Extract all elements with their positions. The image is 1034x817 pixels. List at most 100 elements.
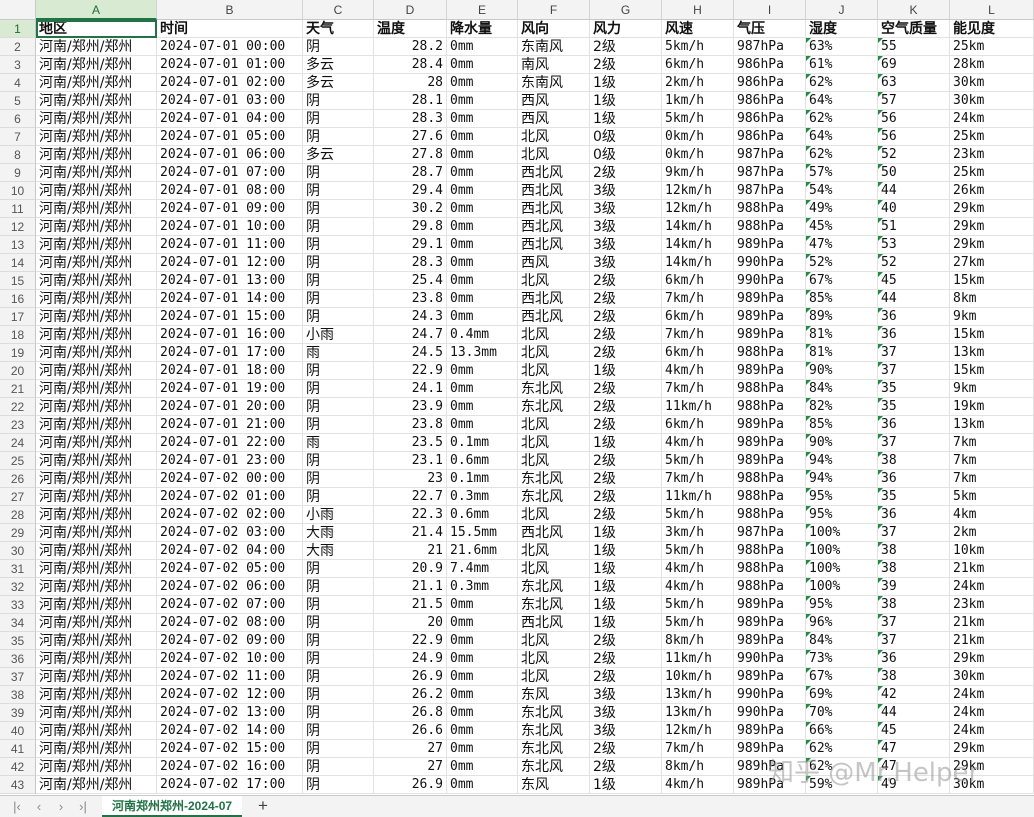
cell-B[interactable]: 2024-07-02 06:00 [157,578,303,596]
cell-H[interactable]: 8km/h [662,632,734,650]
cell-K[interactable]: 35 [878,488,950,506]
row-header[interactable]: 6 [0,110,36,128]
cell-E[interactable]: 0mm [447,74,518,92]
cell-D[interactable]: 23.1 [374,452,447,470]
cell-B[interactable]: 2024-07-01 03:00 [157,92,303,110]
cell-K[interactable]: 44 [878,182,950,200]
header-cell-C[interactable]: 天气 [303,20,374,38]
cell-A[interactable]: 河南/郑州/郑州 [36,110,157,128]
cell-G[interactable]: 2级 [590,56,662,74]
cell-B[interactable]: 2024-07-01 17:00 [157,344,303,362]
cell-L[interactable]: 30km [950,668,1034,686]
cell-I[interactable]: 989hPa [734,290,806,308]
cell-I[interactable]: 989hPa [734,362,806,380]
cell-G[interactable]: 1级 [590,434,662,452]
cell-B[interactable]: 2024-07-01 15:00 [157,308,303,326]
cell-G[interactable]: 3级 [590,254,662,272]
cell-K[interactable]: 38 [878,452,950,470]
cell-L[interactable]: 29km [950,236,1034,254]
cell-C[interactable]: 多云 [303,146,374,164]
cell-D[interactable]: 22.7 [374,488,447,506]
cell-A[interactable]: 河南/郑州/郑州 [36,164,157,182]
cell-J[interactable]: 84% [806,380,878,398]
cell-E[interactable]: 0mm [447,704,518,722]
column-header-L[interactable]: L [950,0,1034,20]
cell-L[interactable]: 19km [950,398,1034,416]
cell-G[interactable]: 2级 [590,650,662,668]
cell-D[interactable]: 26.9 [374,668,447,686]
row-header[interactable]: 27 [0,488,36,506]
cell-L[interactable]: 24km [950,578,1034,596]
cell-E[interactable]: 0mm [447,236,518,254]
cell-I[interactable]: 989hPa [734,614,806,632]
cell-D[interactable]: 22.9 [374,362,447,380]
cell-C[interactable]: 阴 [303,560,374,578]
cell-G[interactable]: 3级 [590,236,662,254]
cell-F[interactable]: 西北风 [518,218,590,236]
cell-E[interactable]: 0mm [447,650,518,668]
cell-B[interactable]: 2024-07-01 07:00 [157,164,303,182]
cell-L[interactable]: 24km [950,110,1034,128]
cell-F[interactable]: 北风 [518,506,590,524]
cell-G[interactable]: 2级 [590,380,662,398]
cell-E[interactable]: 0.3mm [447,578,518,596]
cell-K[interactable]: 55 [878,38,950,56]
cell-G[interactable]: 2级 [590,740,662,758]
column-header-J[interactable]: J [806,0,878,20]
cell-I[interactable]: 989hPa [734,632,806,650]
cell-H[interactable]: 13km/h [662,686,734,704]
cell-F[interactable]: 北风 [518,632,590,650]
cell-J[interactable]: 61% [806,56,878,74]
cell-K[interactable]: 37 [878,434,950,452]
column-header-I[interactable]: I [734,0,806,20]
cell-H[interactable]: 6km/h [662,344,734,362]
cell-L[interactable]: 29km [950,200,1034,218]
cell-L[interactable]: 26km [950,182,1034,200]
cell-H[interactable]: 5km/h [662,614,734,632]
cell-I[interactable]: 989hPa [734,452,806,470]
cell-A[interactable]: 河南/郑州/郑州 [36,74,157,92]
cell-A[interactable]: 河南/郑州/郑州 [36,362,157,380]
cell-F[interactable]: 西北风 [518,200,590,218]
cell-H[interactable]: 4km/h [662,434,734,452]
cell-I[interactable]: 986hPa [734,74,806,92]
cell-L[interactable]: 29km [950,740,1034,758]
cell-H[interactable]: 7km/h [662,740,734,758]
cell-D[interactable]: 27.6 [374,128,447,146]
cell-A[interactable]: 河南/郑州/郑州 [36,776,157,794]
cell-G[interactable]: 0级 [590,128,662,146]
cell-I[interactable]: 989hPa [734,434,806,452]
cell-C[interactable]: 阴 [303,236,374,254]
cell-L[interactable]: 21km [950,632,1034,650]
cell-L[interactable]: 25km [950,164,1034,182]
cell-J[interactable]: 64% [806,92,878,110]
spreadsheet-grid[interactable]: A B C D E F G H I J K L 1 地区 时间 天气 温度 降水量 风向 风力 风速 气压 湿度 空气质量 能见… [0,0,1034,795]
cell-J[interactable]: 73% [806,650,878,668]
last-sheet-icon[interactable]: ›| [74,798,92,816]
row-header[interactable]: 25 [0,452,36,470]
cell-H[interactable]: 8km/h [662,758,734,776]
cell-G[interactable]: 2级 [590,164,662,182]
row-header[interactable]: 37 [0,668,36,686]
cell-J[interactable]: 63% [806,38,878,56]
cell-G[interactable]: 3级 [590,182,662,200]
cell-J[interactable]: 85% [806,416,878,434]
cell-E[interactable]: 7.4mm [447,560,518,578]
cell-E[interactable]: 0mm [447,722,518,740]
cell-H[interactable]: 12km/h [662,722,734,740]
cell-A[interactable]: 河南/郑州/郑州 [36,38,157,56]
cell-D[interactable]: 21 [374,542,447,560]
cell-G[interactable]: 3级 [590,722,662,740]
cell-I[interactable]: 988hPa [734,380,806,398]
cell-L[interactable]: 5km [950,488,1034,506]
cell-D[interactable]: 23 [374,470,447,488]
cell-H[interactable]: 4km/h [662,776,734,794]
cell-C[interactable]: 阴 [303,470,374,488]
cell-D[interactable]: 25.4 [374,272,447,290]
cell-D[interactable]: 26.6 [374,722,447,740]
cell-E[interactable]: 13.3mm [447,344,518,362]
row-header[interactable]: 16 [0,290,36,308]
cell-G[interactable]: 2级 [590,488,662,506]
cell-K[interactable]: 44 [878,290,950,308]
cell-I[interactable]: 989hPa [734,740,806,758]
